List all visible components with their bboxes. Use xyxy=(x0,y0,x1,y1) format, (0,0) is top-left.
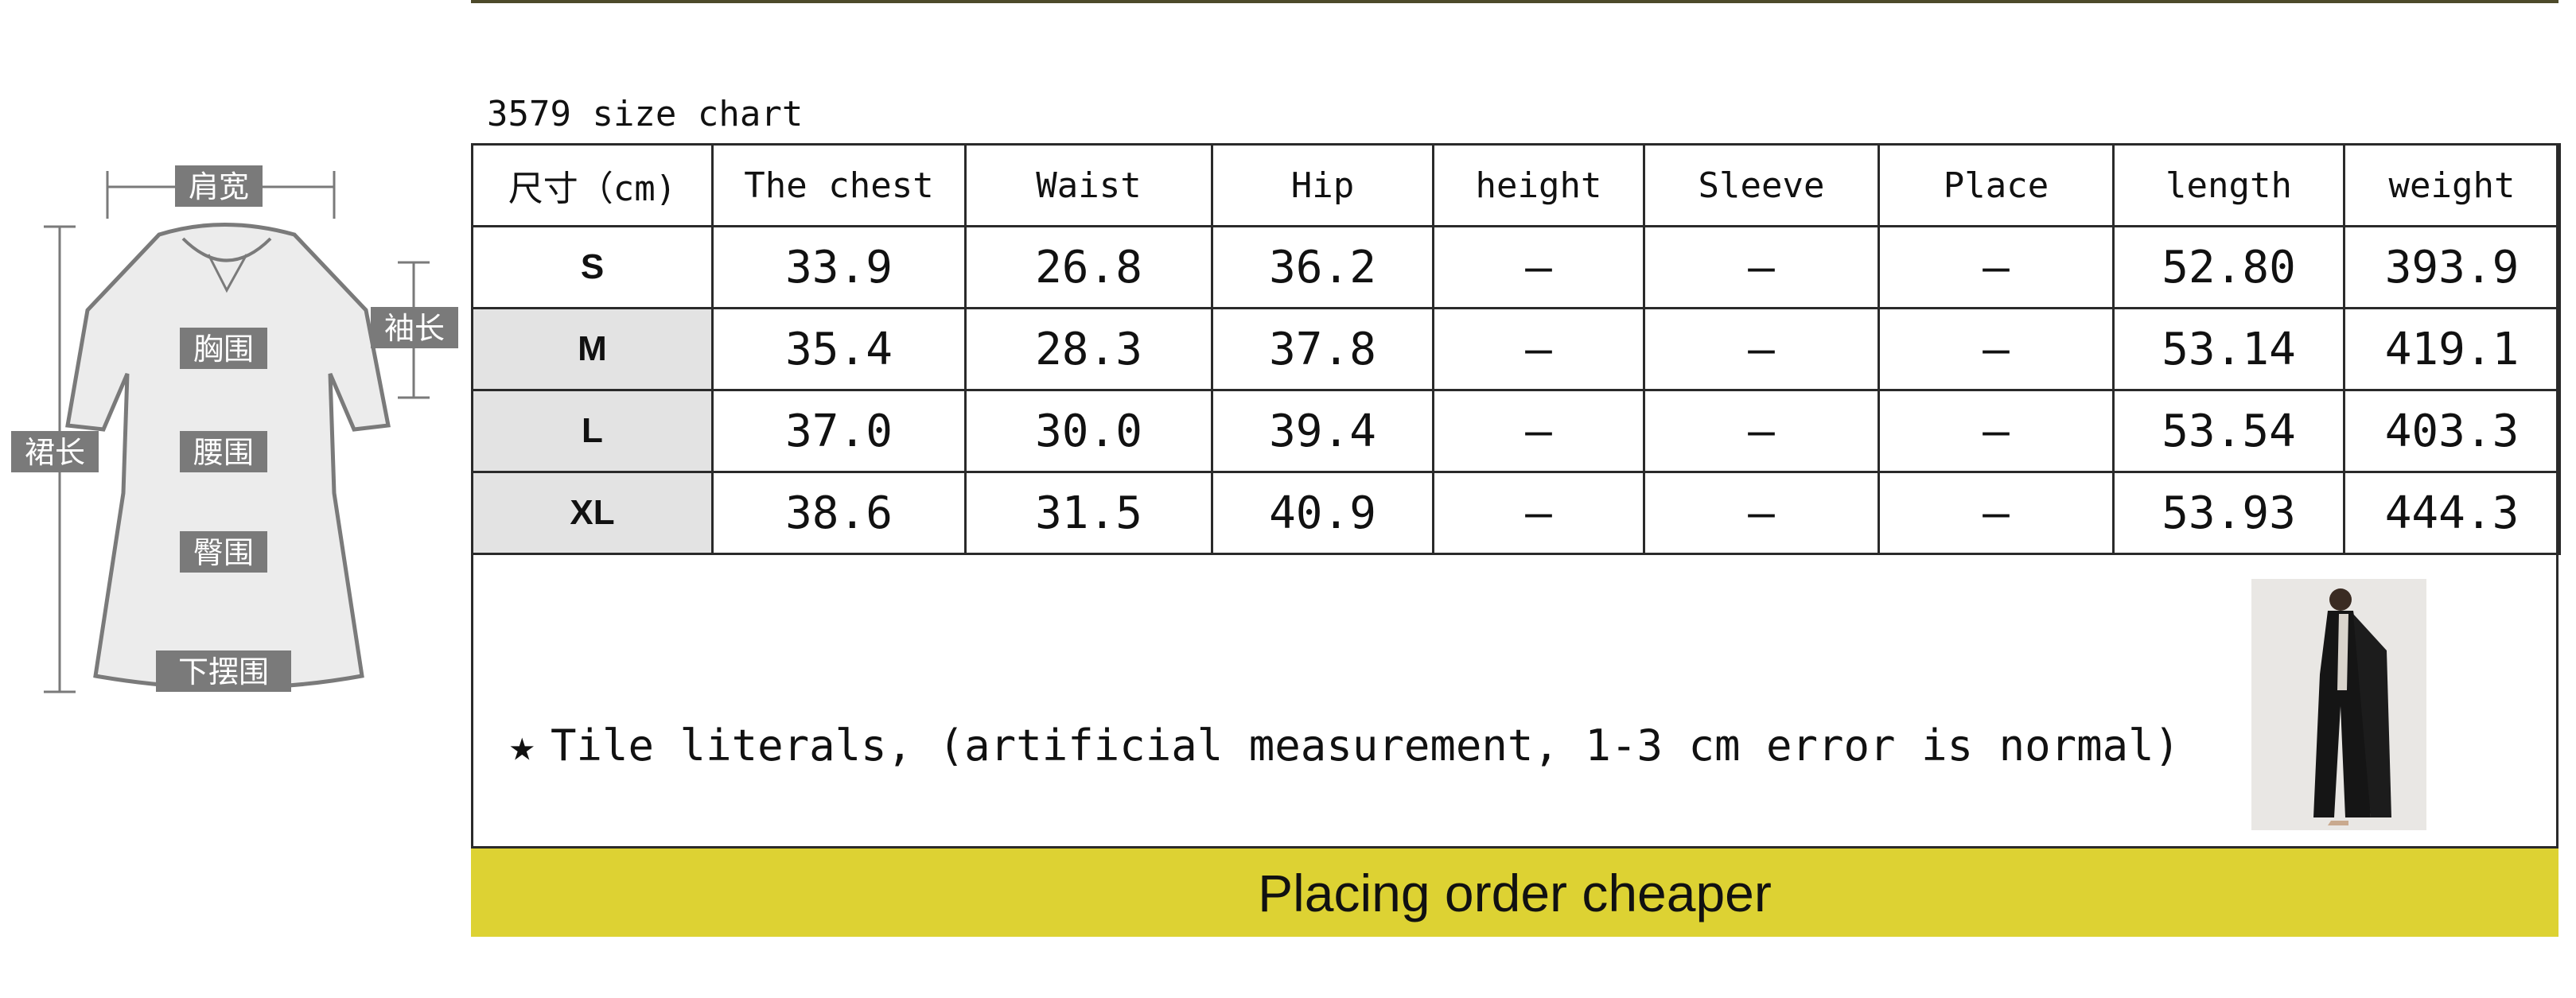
chest-cell: 38.6 xyxy=(711,471,967,555)
hip-cell: 39.4 xyxy=(1211,389,1434,473)
promo-banner: Placing order cheaper xyxy=(471,846,2558,937)
waist-cell: 26.8 xyxy=(964,225,1213,309)
label-sleeve: 袖长 xyxy=(384,311,445,346)
note-text-1: Tile literals, (artificial measurement, … xyxy=(551,720,2181,771)
size-cell: S xyxy=(471,225,714,309)
chest-cell: 33.9 xyxy=(711,225,967,309)
table-row: XL 38.6 31.5 40.9 — — — 53.93 444.3 xyxy=(471,471,2561,555)
waist-cell: 28.3 xyxy=(964,307,1213,391)
waist-cell: 30.0 xyxy=(964,389,1213,473)
top-rule xyxy=(471,0,2558,3)
place-cell: — xyxy=(1878,471,2115,555)
product-photo xyxy=(2251,579,2426,830)
label-waist: 腰围 xyxy=(193,435,254,470)
label-shoulder: 肩宽 xyxy=(189,169,249,204)
length-cell: 53.93 xyxy=(2112,471,2345,555)
weight-cell: 444.3 xyxy=(2343,471,2561,555)
label-hem: 下摆围 xyxy=(178,654,269,689)
place-cell: — xyxy=(1878,389,2115,473)
label-chest: 胸围 xyxy=(193,332,254,367)
length-cell: 52.80 xyxy=(2112,225,2345,309)
sleeve-cell: — xyxy=(1643,389,1880,473)
dress-measurement-diagram: 肩宽 袖长 胸围 裙长 腰围 臀围 下摆围 xyxy=(0,151,461,740)
weight-cell: 419.1 xyxy=(2343,307,2561,391)
sleeve-cell: — xyxy=(1643,471,1880,555)
sleeve-cell: — xyxy=(1643,225,1880,309)
table-row: L 37.0 30.0 39.4 — — — 53.54 403.3 xyxy=(471,389,2561,473)
weight-cell: 403.3 xyxy=(2343,389,2561,473)
place-cell: — xyxy=(1878,307,2115,391)
header-size: 尺寸（cm) xyxy=(471,143,714,227)
length-cell: 53.14 xyxy=(2112,307,2345,391)
label-length: 裙长 xyxy=(25,435,85,470)
size-table: 尺寸（cm) The chest Waist Hip height Sleeve… xyxy=(471,143,2561,555)
star-icon: ★ xyxy=(509,720,535,771)
size-cell: L xyxy=(471,389,714,473)
weight-cell: 393.9 xyxy=(2343,225,2561,309)
header-waist: Waist xyxy=(964,143,1213,227)
height-cell: — xyxy=(1432,389,1645,473)
table-row: S 33.9 26.8 36.2 — — — 52.80 393.9 xyxy=(471,225,2561,309)
hip-cell: 37.8 xyxy=(1211,307,1434,391)
chest-cell: 37.0 xyxy=(711,389,967,473)
height-cell: — xyxy=(1432,225,1645,309)
label-hip: 臀围 xyxy=(193,535,254,570)
waist-cell: 31.5 xyxy=(964,471,1213,555)
header-row: 尺寸（cm) The chest Waist Hip height Sleeve… xyxy=(471,143,2561,227)
hip-cell: 36.2 xyxy=(1211,225,1434,309)
header-weight: weight xyxy=(2343,143,2561,227)
measurement-notes: ★ Tile literals, (artificial measurement,… xyxy=(509,620,2180,998)
sleeve-cell: — xyxy=(1643,307,1880,391)
header-sleeve: Sleeve xyxy=(1643,143,1880,227)
header-hip: Hip xyxy=(1211,143,1434,227)
header-chest: The chest xyxy=(711,143,967,227)
place-cell: — xyxy=(1878,225,2115,309)
size-cell: XL xyxy=(471,471,714,555)
header-length: length xyxy=(2112,143,2345,227)
height-cell: — xyxy=(1432,471,1645,555)
hip-cell: 40.9 xyxy=(1211,471,1434,555)
size-chart-caption: 3579 size chart xyxy=(487,94,804,134)
header-height: height xyxy=(1432,143,1645,227)
size-cell: M xyxy=(471,307,714,391)
length-cell: 53.54 xyxy=(2112,389,2345,473)
height-cell: — xyxy=(1432,307,1645,391)
chest-cell: 35.4 xyxy=(711,307,967,391)
table-row: M 35.4 28.3 37.8 — — — 53.14 419.1 xyxy=(471,307,2561,391)
header-place: Place xyxy=(1878,143,2115,227)
note-line-1: ★ Tile literals, (artificial measurement,… xyxy=(509,720,2180,784)
